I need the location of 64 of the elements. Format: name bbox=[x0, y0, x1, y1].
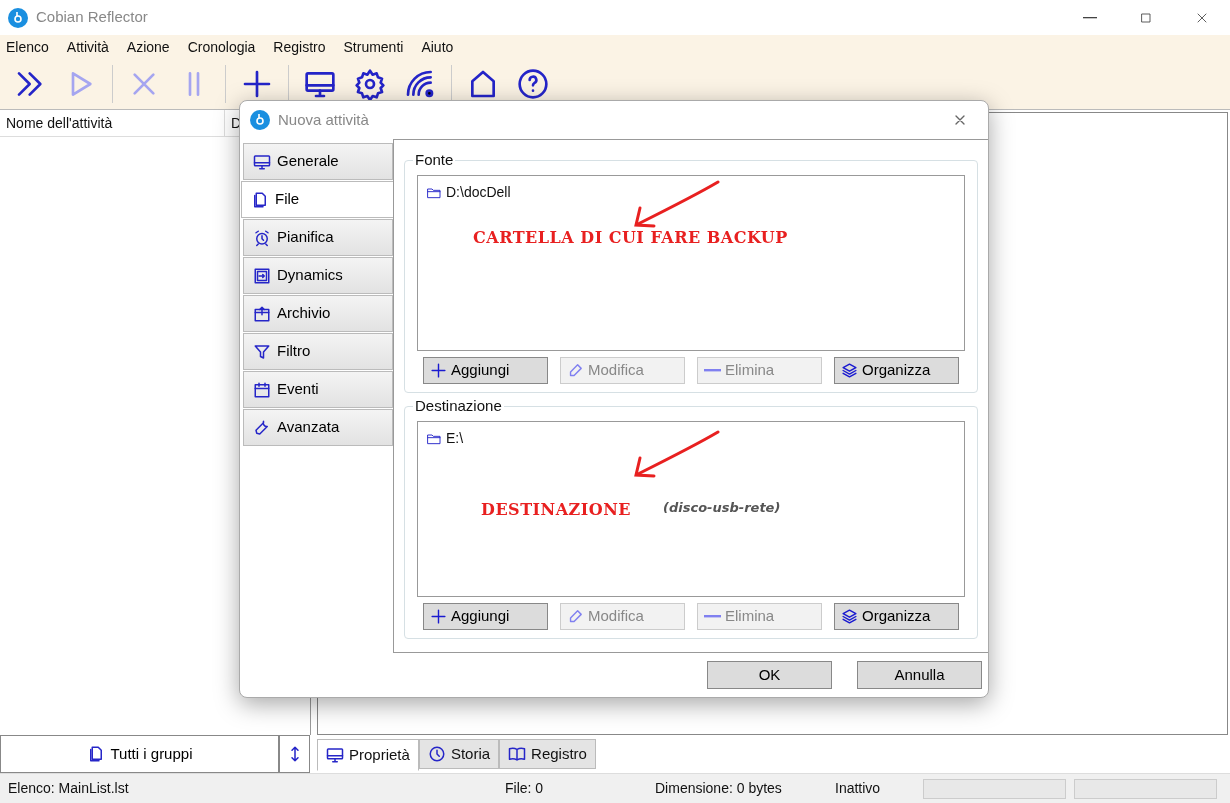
pencil-icon bbox=[567, 362, 584, 379]
tab[interactable]: Pianifica bbox=[243, 219, 393, 256]
list-item[interactable]: D:\docDell bbox=[426, 182, 956, 203]
tab[interactable]: Eventi bbox=[243, 371, 393, 408]
app-logo-icon bbox=[8, 7, 28, 28]
dialog-button[interactable]: OK bbox=[707, 661, 832, 689]
dialog-title: Nuova attività bbox=[278, 109, 369, 130]
dialog-logo-icon bbox=[250, 110, 270, 130]
groups-button[interactable]: Tutti i gruppi bbox=[0, 735, 279, 773]
signal-icon bbox=[404, 68, 436, 100]
tab[interactable]: Archivio bbox=[243, 295, 393, 332]
monitor-icon bbox=[253, 152, 271, 171]
tab[interactable]: Filtro bbox=[243, 333, 393, 370]
status-text: Elenco: MainList.lst bbox=[8, 780, 129, 796]
list-item[interactable]: E:\ bbox=[426, 428, 956, 449]
tab[interactable]: Proprietà bbox=[317, 739, 419, 771]
annotation-note: (disco-usb-rete) bbox=[663, 499, 781, 517]
monitor-icon bbox=[326, 746, 344, 764]
file-icon bbox=[251, 190, 269, 209]
menu-item[interactable]: Aiuto bbox=[421, 36, 462, 58]
status-text: Dimensione: 0 bytes bbox=[655, 780, 782, 796]
wrench-icon bbox=[253, 418, 271, 437]
plus-icon bbox=[241, 68, 273, 100]
help-icon bbox=[517, 68, 549, 100]
alarm-clock-icon bbox=[253, 228, 271, 247]
tab[interactable]: Dynamics bbox=[243, 257, 393, 294]
list-action-button[interactable]: Organizza bbox=[834, 603, 959, 630]
filter-icon bbox=[253, 342, 271, 361]
tab[interactable]: Avanzata bbox=[243, 409, 393, 446]
pencil-icon bbox=[567, 608, 584, 625]
plus-icon bbox=[430, 608, 447, 625]
layers-icon bbox=[841, 362, 858, 379]
tab[interactable]: Generale bbox=[243, 143, 393, 180]
menu-item[interactable]: Attività bbox=[66, 36, 117, 58]
list-action-button[interactable]: Aggiungi bbox=[423, 603, 548, 630]
column-header[interactable]: Nome dell'attività bbox=[0, 110, 225, 136]
window-title: Cobian Reflector bbox=[36, 7, 148, 28]
dialog-button[interactable]: Annulla bbox=[857, 661, 982, 689]
list-action-button[interactable]: Organizza bbox=[834, 357, 959, 384]
tab[interactable]: File bbox=[241, 181, 394, 218]
tab[interactable]: Registro bbox=[499, 739, 596, 769]
minus-icon bbox=[704, 615, 721, 618]
box-icon bbox=[253, 304, 271, 323]
book-icon bbox=[508, 745, 527, 763]
calendar-icon bbox=[253, 380, 271, 399]
clock-icon bbox=[427, 745, 446, 763]
menu-item[interactable]: Elenco bbox=[6, 36, 57, 58]
settings-icon bbox=[354, 68, 386, 100]
status-text: File: 0 bbox=[505, 780, 544, 796]
menu-item[interactable]: Cronologia bbox=[187, 36, 264, 58]
menu-item[interactable]: Azione bbox=[126, 36, 178, 58]
annotation-text: DESTINAZIONE bbox=[481, 499, 631, 521]
arrow-box-icon bbox=[253, 266, 271, 285]
minus-icon bbox=[704, 369, 721, 372]
annotation-text: CARTELLA DI CUI FARE BACKUP bbox=[473, 227, 788, 249]
minimize-icon bbox=[1083, 16, 1097, 19]
plus-icon bbox=[430, 362, 447, 379]
list-action-button[interactable]: Aggiungi bbox=[423, 357, 548, 384]
tab[interactable]: Storia bbox=[418, 739, 500, 769]
status-text: Inattivo bbox=[835, 780, 881, 796]
layers-icon bbox=[841, 608, 858, 625]
menu-item[interactable]: Registro bbox=[273, 36, 334, 58]
sort-button[interactable] bbox=[279, 735, 310, 773]
menu-item[interactable]: Strumenti bbox=[343, 36, 412, 58]
